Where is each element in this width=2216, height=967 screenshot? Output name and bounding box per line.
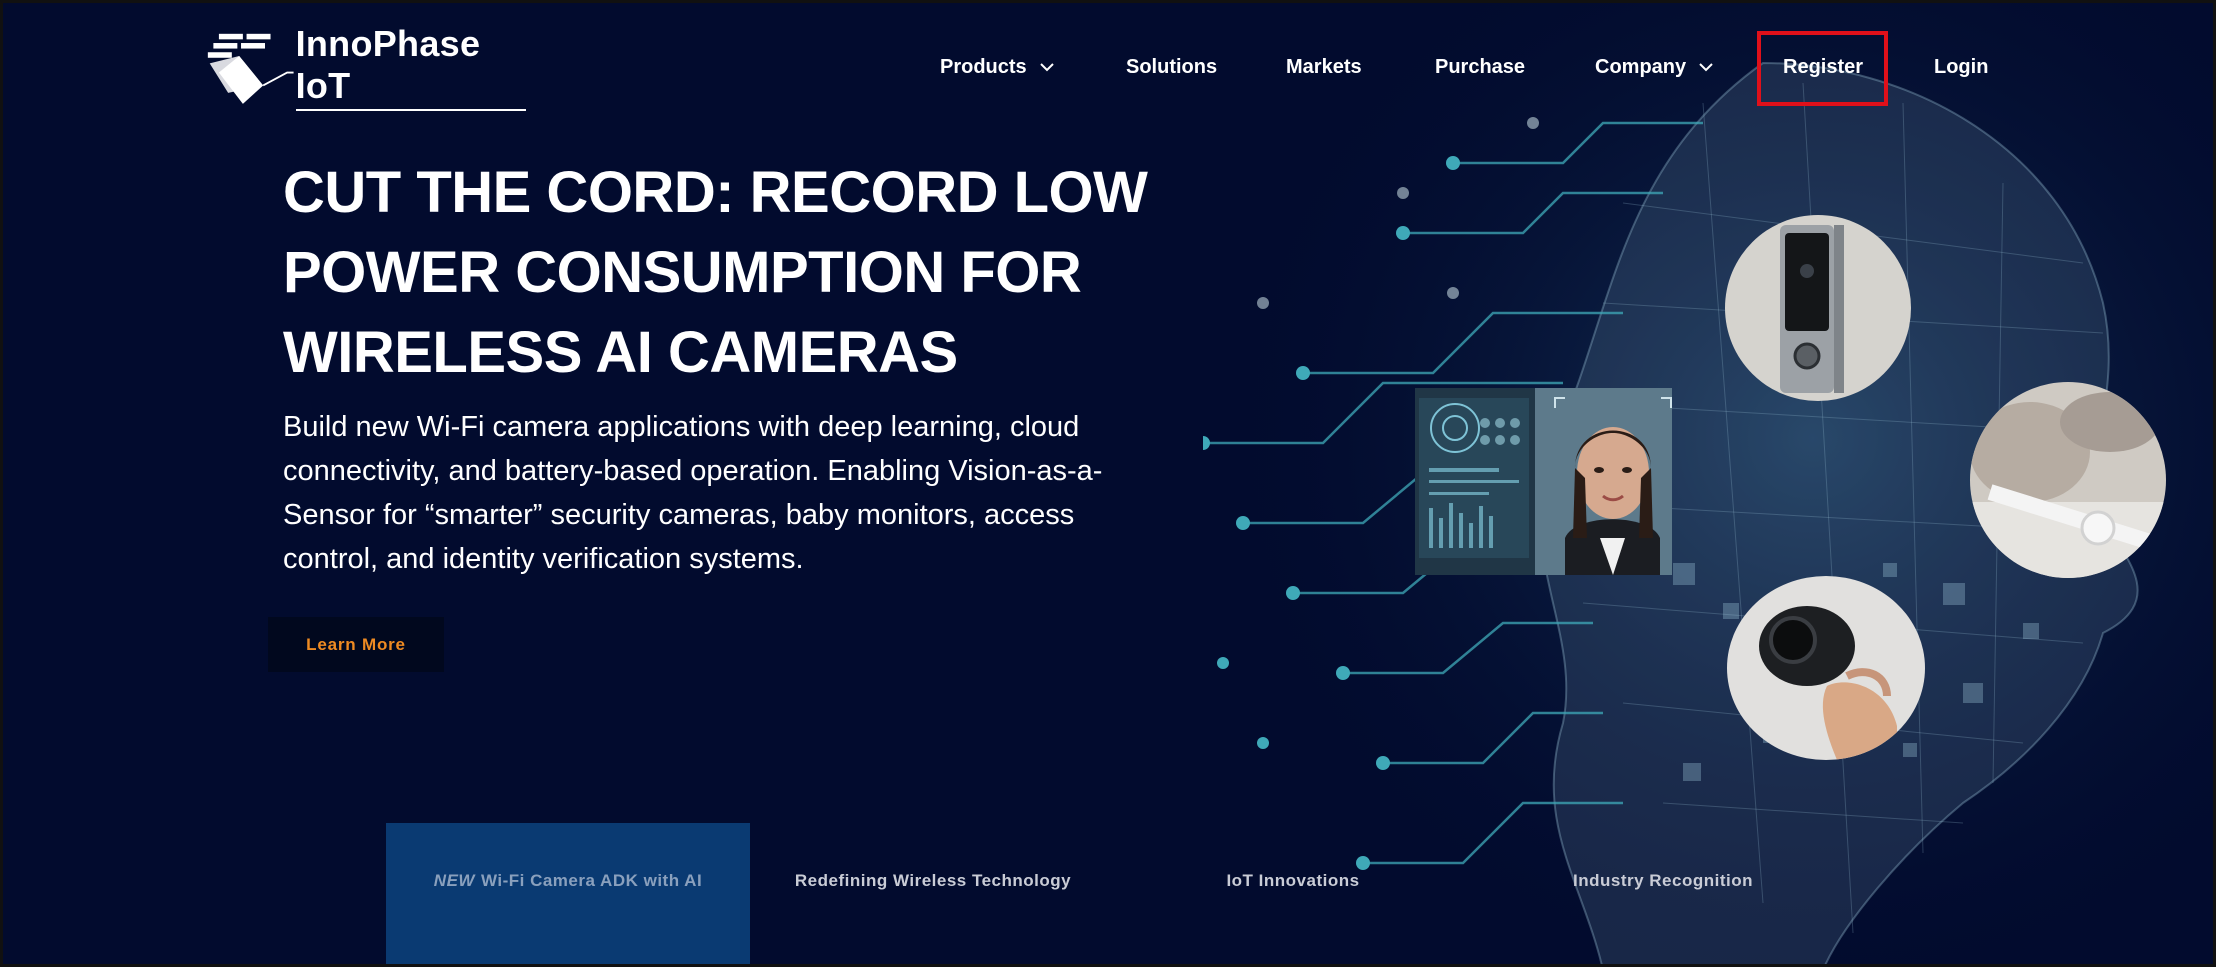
nav-label: Company — [1595, 55, 1687, 78]
site-logo[interactable]: InnoPhase IoT — [206, 23, 526, 111]
nav-label: Solutions — [1126, 55, 1218, 78]
description-line: connectivity, and battery-based operatio… — [283, 455, 1103, 487]
description-line: Build new Wi-Fi camera applications with… — [283, 411, 1080, 443]
page-frame: InnoPhase IoT Products Solutions Markets… — [0, 0, 2216, 967]
hero-headline: CUT THE CORD: RECORD LOW POWER CONSUMPTI… — [283, 153, 1148, 393]
tab-new-prefix: NEW — [433, 871, 475, 890]
nav-label: Login — [1934, 55, 1989, 78]
nav-login[interactable]: Login — [1934, 43, 1988, 91]
tab-label: Redefining Wireless Technology — [794, 871, 1072, 890]
nav-company[interactable]: Company — [1595, 43, 1714, 91]
tab-label: IoT Innovations — [1226, 871, 1360, 890]
headline-line: CUT THE CORD: RECORD LOW — [283, 160, 1148, 225]
learn-more-button[interactable]: Learn More — [268, 617, 444, 672]
security-camera-image — [1727, 576, 1925, 760]
baby-monitor-image — [1970, 382, 2166, 578]
tab-camera-adk[interactable]: NEW Wi-Fi Camera ADK with AI — [386, 823, 750, 964]
chevron-down-icon — [1699, 63, 1713, 72]
tab-redefining-wireless[interactable]: Redefining Wireless Technology — [763, 823, 1103, 964]
nav-solutions[interactable]: Solutions — [1126, 43, 1217, 91]
nav-purchase[interactable]: Purchase — [1435, 43, 1525, 91]
nav-label: Purchase — [1435, 55, 1526, 78]
tab-label: Wi-Fi Camera ADK with AI — [480, 871, 703, 890]
register-highlight-box — [1757, 31, 1888, 106]
innophase-logo-icon — [207, 33, 294, 104]
tab-label: Industry Recognition — [1573, 871, 1753, 890]
headline-line: POWER CONSUMPTION FOR — [283, 240, 1082, 305]
hero-description: Build new Wi-Fi camera applications with… — [283, 405, 1113, 581]
nav-label: Products — [940, 55, 1027, 78]
video-doorbell-image — [1725, 215, 1911, 401]
nav-products[interactable]: Products — [940, 43, 1055, 91]
nav-markets[interactable]: Markets — [1286, 43, 1362, 91]
face-recognition-image — [1415, 388, 1672, 575]
logo-text: InnoPhase IoT — [295, 23, 526, 111]
nav-label: Markets — [1286, 55, 1362, 78]
chevron-down-icon — [1039, 63, 1054, 72]
tab-industry-recognition[interactable]: Industry Recognition — [1503, 823, 1823, 964]
headline-line: WIRELESS AI CAMERAS — [283, 320, 958, 385]
description-line: Sensor for “smarter” security cameras, b… — [283, 499, 1075, 531]
tab-iot-innovations[interactable]: IoT Innovations — [1143, 823, 1443, 964]
description-line: control, and identity verification syste… — [283, 543, 804, 575]
